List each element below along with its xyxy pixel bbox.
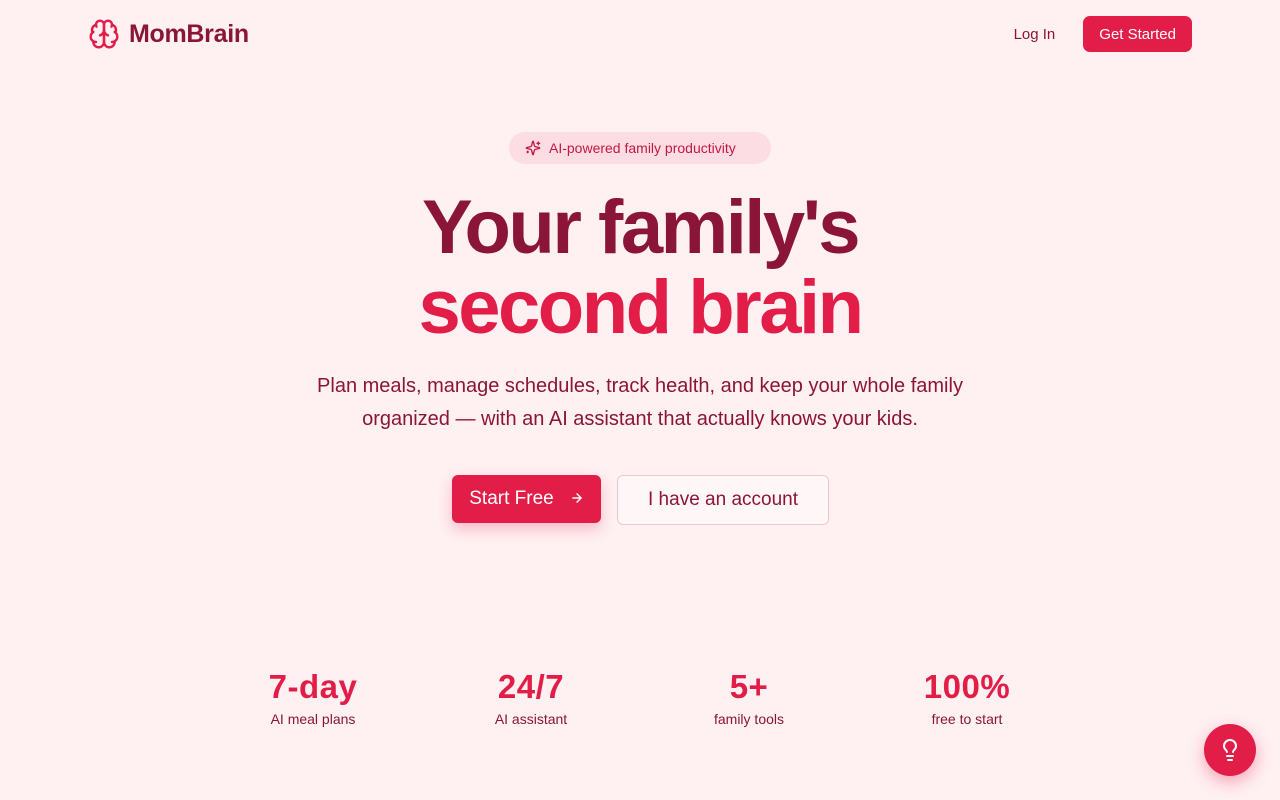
stats-row: 7-day AI meal plans 24/7 AI assistant 5+… [204,667,1076,727]
tips-floating-button[interactable] [1204,724,1256,776]
stat-item: 24/7 AI assistant [422,667,640,727]
stat-item: 100% free to start [858,667,1076,727]
stat-value: 100% [923,668,1011,705]
feature-badge: AI-powered family productivity [509,132,771,164]
landing-page: MomBrain Log In Get Started AI-powered f… [0,0,1280,800]
hero-actions: Start Free I have an account [452,475,829,525]
stat-label: AI meal plans [270,711,356,727]
start-free-button[interactable]: Start Free [452,475,601,523]
headline-line-2: second brain [418,265,865,350]
arrow-right-icon [570,491,584,508]
lightbulb-icon [1218,738,1242,762]
stat-value: 5+ [729,668,769,705]
hero-headline: Your family's second brain [0,188,1280,348]
stat-value: 24/7 [497,668,565,705]
stat-item: 5+ family tools [640,667,858,727]
stat-item: 7-day AI meal plans [204,667,422,727]
brain-icon [88,18,120,50]
brand-name: MomBrain [129,19,249,48]
brand-logo[interactable]: MomBrain [88,18,249,50]
get-started-button[interactable]: Get Started [1083,16,1192,52]
stat-label: free to start [931,711,1003,727]
sparkles-icon [525,140,541,156]
header-nav: Log In Get Started [1014,16,1192,52]
stat-label: family tools [713,711,785,727]
site-header: MomBrain Log In Get Started [0,0,1280,68]
stat-label: AI assistant [494,711,568,727]
login-link[interactable]: Log In [1014,26,1056,43]
badge-text: AI-powered family productivity [549,140,736,156]
have-account-button[interactable]: I have an account [617,475,829,525]
stat-value: 7-day [268,668,358,705]
start-free-label: Start Free [469,488,554,509]
hero-subtitle: Plan meals, manage schedules, track heal… [317,375,963,430]
headline-line-1: Your family's [421,185,861,270]
